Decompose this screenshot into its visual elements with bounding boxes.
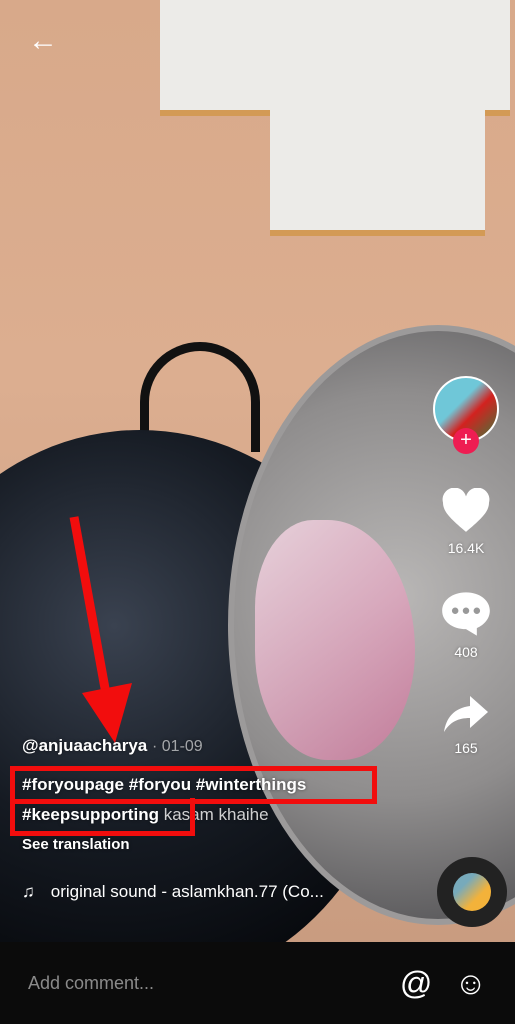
follow-plus-icon[interactable]: + xyxy=(453,428,479,454)
share-icon xyxy=(444,696,488,732)
annotation-box xyxy=(10,798,195,836)
emoji-icon[interactable]: ☺ xyxy=(454,965,487,1002)
music-note-icon: ♫ xyxy=(22,882,35,901)
sound-info[interactable]: ♫ original sound - aslamkhan.77 (Co... xyxy=(22,882,324,902)
comment-button[interactable]: 408 xyxy=(440,590,492,660)
back-arrow-icon[interactable]: ← xyxy=(28,24,58,58)
share-button[interactable]: 165 xyxy=(442,694,490,756)
mention-icon[interactable]: @ xyxy=(400,965,432,1002)
sound-disc[interactable] xyxy=(437,857,507,927)
background-slab xyxy=(160,0,510,110)
like-count: 16.4K xyxy=(447,540,485,556)
action-sidebar: + 16.4K 408 165 xyxy=(433,376,499,756)
annotation-arrow xyxy=(69,516,132,743)
comment-bar: Add comment... @ ☺ xyxy=(0,942,515,1024)
sound-name: original sound - aslamkhan.77 (Co... xyxy=(50,882,324,901)
background-slab xyxy=(270,100,485,230)
comment-input[interactable]: Add comment... xyxy=(28,973,378,994)
comment-icon xyxy=(442,592,490,636)
share-count: 165 xyxy=(454,740,478,756)
post-date: · 01-09 xyxy=(152,738,203,755)
comment-count: 408 xyxy=(454,644,478,660)
like-button[interactable]: 16.4K xyxy=(440,488,492,556)
see-translation-link[interactable]: See translation xyxy=(22,836,422,853)
sound-avatar xyxy=(453,873,491,911)
heart-icon xyxy=(442,488,490,532)
